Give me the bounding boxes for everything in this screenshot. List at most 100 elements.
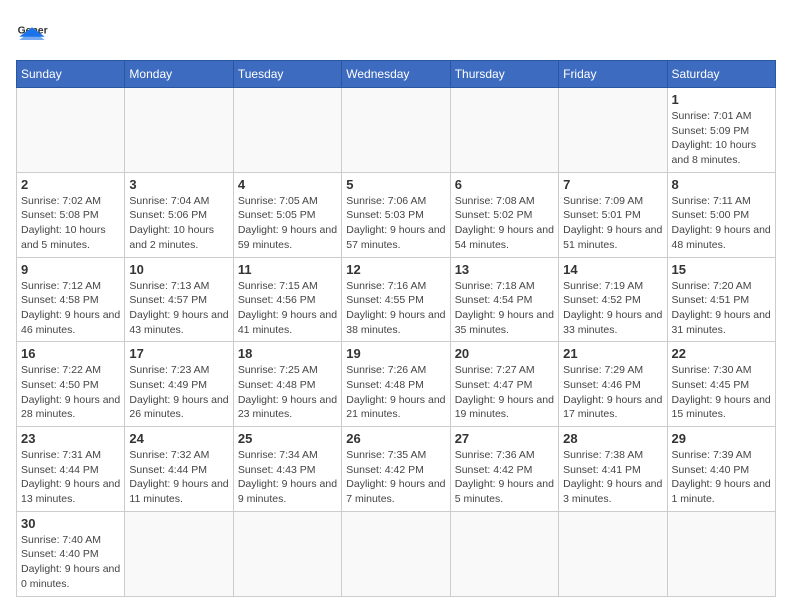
day-number: 25 xyxy=(238,431,337,446)
calendar-header: SundayMondayTuesdayWednesdayThursdayFrid… xyxy=(17,61,776,88)
calendar-cell xyxy=(559,511,667,596)
day-info: Sunrise: 7:27 AMSunset: 4:47 PMDaylight:… xyxy=(455,363,554,422)
day-number: 14 xyxy=(563,262,662,277)
day-number: 30 xyxy=(21,516,120,531)
day-info: Sunrise: 7:09 AMSunset: 5:01 PMDaylight:… xyxy=(563,194,662,253)
week-row-3: 9 Sunrise: 7:12 AMSunset: 4:58 PMDaylight… xyxy=(17,257,776,342)
calendar-cell: 25Sunrise: 7:34 AMSunset: 4:43 PMDayligh… xyxy=(233,427,341,512)
weekday-row: SundayMondayTuesdayWednesdayThursdayFrid… xyxy=(17,61,776,88)
calendar-cell xyxy=(233,511,341,596)
calendar-cell xyxy=(233,88,341,173)
calendar-cell: 10Sunrise: 7:13 AMSunset: 4:57 PMDayligh… xyxy=(125,257,233,342)
day-number: 10 xyxy=(129,262,228,277)
day-info: Sunrise: 7:35 AMSunset: 4:42 PMDaylight:… xyxy=(346,448,445,507)
day-number: 17 xyxy=(129,346,228,361)
day-info: Sunrise: 7:31 AMSunset: 4:44 PMDaylight:… xyxy=(21,448,120,507)
weekday-header-wednesday: Wednesday xyxy=(342,61,450,88)
logo-icon: General xyxy=(16,16,48,48)
weekday-header-tuesday: Tuesday xyxy=(233,61,341,88)
calendar-cell: 16Sunrise: 7:22 AMSunset: 4:50 PMDayligh… xyxy=(17,342,125,427)
day-info: Sunrise: 7:40 AMSunset: 4:40 PMDaylight:… xyxy=(21,533,120,592)
day-number: 4 xyxy=(238,177,337,192)
calendar-cell: 26Sunrise: 7:35 AMSunset: 4:42 PMDayligh… xyxy=(342,427,450,512)
calendar-cell: 7 Sunrise: 7:09 AMSunset: 5:01 PMDaylight… xyxy=(559,172,667,257)
calendar-cell xyxy=(450,88,558,173)
calendar-cell: 18 Sunrise: 7:25 AMSunset: 4:48 PMDayligh… xyxy=(233,342,341,427)
day-info: Sunrise: 7:30 AMSunset: 4:45 PMDaylight:… xyxy=(672,363,771,422)
day-number: 7 xyxy=(563,177,662,192)
calendar-cell: 6 Sunrise: 7:08 AMSunset: 5:02 PMDaylight… xyxy=(450,172,558,257)
day-info: Sunrise: 7:20 AMSunset: 4:51 PMDaylight:… xyxy=(672,279,771,338)
calendar-cell xyxy=(17,88,125,173)
day-info: Sunrise: 7:29 AMSunset: 4:46 PMDaylight:… xyxy=(563,363,662,422)
day-info: Sunrise: 7:22 AMSunset: 4:50 PMDaylight:… xyxy=(21,363,120,422)
day-number: 24 xyxy=(129,431,228,446)
calendar-cell: 12Sunrise: 7:16 AMSunset: 4:55 PMDayligh… xyxy=(342,257,450,342)
day-number: 19 xyxy=(346,346,445,361)
day-info: Sunrise: 7:39 AMSunset: 4:40 PMDaylight:… xyxy=(672,448,771,507)
calendar-cell: 2Sunrise: 7:02 AMSunset: 5:08 PMDaylight… xyxy=(17,172,125,257)
calendar-cell: 30 Sunrise: 7:40 AMSunset: 4:40 PMDayligh… xyxy=(17,511,125,596)
calendar-table: SundayMondayTuesdayWednesdayThursdayFrid… xyxy=(16,60,776,597)
calendar-cell xyxy=(125,88,233,173)
calendar-cell: 1 Sunrise: 7:01 AMSunset: 5:09 PMDaylight… xyxy=(667,88,775,173)
calendar-body: 1 Sunrise: 7:01 AMSunset: 5:09 PMDaylight… xyxy=(17,88,776,597)
day-info: Sunrise: 7:11 AMSunset: 5:00 PMDaylight:… xyxy=(672,194,771,253)
day-number: 29 xyxy=(672,431,771,446)
weekday-header-friday: Friday xyxy=(559,61,667,88)
week-row-2: 2Sunrise: 7:02 AMSunset: 5:08 PMDaylight… xyxy=(17,172,776,257)
week-row-6: 30 Sunrise: 7:40 AMSunset: 4:40 PMDayligh… xyxy=(17,511,776,596)
day-number: 23 xyxy=(21,431,120,446)
day-number: 5 xyxy=(346,177,445,192)
day-info: Sunrise: 7:36 AMSunset: 4:42 PMDaylight:… xyxy=(455,448,554,507)
calendar-cell: 11 Sunrise: 7:15 AMSunset: 4:56 PMDayligh… xyxy=(233,257,341,342)
day-number: 15 xyxy=(672,262,771,277)
day-number: 9 xyxy=(21,262,120,277)
weekday-header-thursday: Thursday xyxy=(450,61,558,88)
day-info: Sunrise: 7:23 AMSunset: 4:49 PMDaylight:… xyxy=(129,363,228,422)
day-number: 1 xyxy=(672,92,771,107)
weekday-header-saturday: Saturday xyxy=(667,61,775,88)
day-info: Sunrise: 7:15 AMSunset: 4:56 PMDaylight:… xyxy=(238,279,337,338)
day-info: Sunrise: 7:25 AMSunset: 4:48 PMDaylight:… xyxy=(238,363,337,422)
day-info: Sunrise: 7:12 AMSunset: 4:58 PMDaylight:… xyxy=(21,279,120,338)
day-number: 13 xyxy=(455,262,554,277)
calendar-cell: 22 Sunrise: 7:30 AMSunset: 4:45 PMDayligh… xyxy=(667,342,775,427)
calendar-cell: 3 Sunrise: 7:04 AMSunset: 5:06 PMDaylight… xyxy=(125,172,233,257)
day-number: 11 xyxy=(238,262,337,277)
calendar-cell xyxy=(667,511,775,596)
calendar-cell: 9 Sunrise: 7:12 AMSunset: 4:58 PMDaylight… xyxy=(17,257,125,342)
day-number: 22 xyxy=(672,346,771,361)
day-number: 6 xyxy=(455,177,554,192)
calendar-cell: 19 Sunrise: 7:26 AMSunset: 4:48 PMDayligh… xyxy=(342,342,450,427)
day-info: Sunrise: 7:04 AMSunset: 5:06 PMDaylight:… xyxy=(129,194,228,253)
calendar-cell: 20Sunrise: 7:27 AMSunset: 4:47 PMDayligh… xyxy=(450,342,558,427)
day-info: Sunrise: 7:19 AMSunset: 4:52 PMDaylight:… xyxy=(563,279,662,338)
day-info: Sunrise: 7:38 AMSunset: 4:41 PMDaylight:… xyxy=(563,448,662,507)
calendar-cell xyxy=(342,511,450,596)
day-info: Sunrise: 7:08 AMSunset: 5:02 PMDaylight:… xyxy=(455,194,554,253)
day-info: Sunrise: 7:26 AMSunset: 4:48 PMDaylight:… xyxy=(346,363,445,422)
weekday-header-monday: Monday xyxy=(125,61,233,88)
calendar-cell xyxy=(450,511,558,596)
calendar-cell xyxy=(125,511,233,596)
calendar-cell: 8Sunrise: 7:11 AMSunset: 5:00 PMDaylight… xyxy=(667,172,775,257)
logo: General xyxy=(16,16,52,48)
calendar-cell: 24Sunrise: 7:32 AMSunset: 4:44 PMDayligh… xyxy=(125,427,233,512)
week-row-1: 1 Sunrise: 7:01 AMSunset: 5:09 PMDaylight… xyxy=(17,88,776,173)
day-number: 28 xyxy=(563,431,662,446)
day-number: 18 xyxy=(238,346,337,361)
calendar-cell: 23 Sunrise: 7:31 AMSunset: 4:44 PMDayligh… xyxy=(17,427,125,512)
week-row-5: 23 Sunrise: 7:31 AMSunset: 4:44 PMDayligh… xyxy=(17,427,776,512)
day-info: Sunrise: 7:01 AMSunset: 5:09 PMDaylight:… xyxy=(672,109,771,168)
day-number: 27 xyxy=(455,431,554,446)
calendar-cell xyxy=(559,88,667,173)
day-number: 3 xyxy=(129,177,228,192)
calendar-cell: 13 Sunrise: 7:18 AMSunset: 4:54 PMDayligh… xyxy=(450,257,558,342)
weekday-header-sunday: Sunday xyxy=(17,61,125,88)
day-info: Sunrise: 7:06 AMSunset: 5:03 PMDaylight:… xyxy=(346,194,445,253)
day-info: Sunrise: 7:16 AMSunset: 4:55 PMDaylight:… xyxy=(346,279,445,338)
calendar-cell: 28 Sunrise: 7:38 AMSunset: 4:41 PMDayligh… xyxy=(559,427,667,512)
day-info: Sunrise: 7:18 AMSunset: 4:54 PMDaylight:… xyxy=(455,279,554,338)
page-header: General xyxy=(16,16,776,48)
